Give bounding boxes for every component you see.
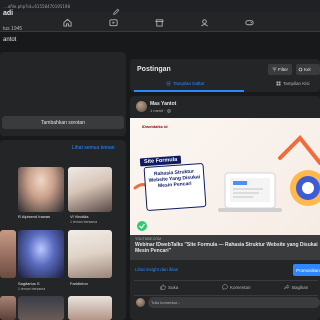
active-tab-indicator <box>134 90 244 92</box>
comment-input-wrapper[interactable] <box>148 297 320 308</box>
gaming-icon[interactable] <box>244 17 255 28</box>
marketplace-icon[interactable] <box>154 17 165 28</box>
intro-detail: tus 1945 <box>3 26 23 32</box>
friend-photo[interactable] <box>18 167 64 212</box>
thumbs-up-icon <box>160 284 166 290</box>
post-author[interactable]: Mas Yantot <box>150 101 176 107</box>
share-label: Bagikan <box>292 284 309 290</box>
friend-name[interactable]: Farldinton <box>70 281 88 286</box>
divider <box>134 280 318 281</box>
link-title[interactable]: Webinar IDwebTalks "Site Formula — Rahas… <box>135 242 318 255</box>
friend-photo[interactable] <box>0 230 16 278</box>
intro-title: adi <box>3 10 14 17</box>
image-headline: Rahasia Struktur Website Yang Disukai Me… <box>148 168 201 190</box>
like-button[interactable]: Suka <box>160 284 178 290</box>
link-domain: YOUTUBE.COM <box>135 237 162 241</box>
commenter-avatar <box>136 298 145 307</box>
video-icon[interactable] <box>108 17 119 28</box>
filter-button[interactable]: Filter <box>268 64 292 75</box>
brand-logos: iDwebtalks id <box>142 124 168 129</box>
url-text: ...ofile.php?id=61558470195198 <box>4 3 70 9</box>
image-headline-box: Rahasia Struktur Website Yang Disukai Me… <box>143 162 207 212</box>
filter-icon <box>272 67 277 72</box>
post-timestamp[interactable]: 1 menit · <box>150 108 171 113</box>
friend-mutual: 1 teman bersama <box>18 287 46 291</box>
friend-photo[interactable] <box>0 296 16 320</box>
friend-photo[interactable] <box>68 296 112 320</box>
grid-icon <box>276 81 281 86</box>
like-label: Suka <box>168 284 179 290</box>
profile-name-bar: antot <box>0 33 320 49</box>
posts-title: Postingan <box>137 66 171 73</box>
comment-input[interactable] <box>151 300 320 305</box>
home-icon[interactable] <box>62 17 73 28</box>
friend-photo[interactable] <box>18 230 64 278</box>
promote-button[interactable]: Promosikan <box>293 264 320 276</box>
friend-photo[interactable] <box>68 230 112 278</box>
filter-label: Filter <box>278 67 288 72</box>
friend-name[interactable]: Vi Vinoklia <box>70 214 89 219</box>
top-navigation <box>0 12 320 32</box>
friend-name[interactable]: R Alpisend Irawan <box>18 214 50 219</box>
manage-posts-button[interactable]: Kel <box>296 64 320 75</box>
edit-pencil-icon[interactable] <box>112 8 120 16</box>
list-icon <box>166 81 171 86</box>
tab-grid-view[interactable]: Tampilan Kisi <box>276 81 310 86</box>
globe-icon <box>166 109 171 113</box>
friend-photo[interactable] <box>18 296 64 320</box>
see-all-friends-link[interactable]: Lihat semua teman <box>72 145 115 151</box>
browser-url-bar[interactable]: ...ofile.php?id=61558470195198 <box>0 0 320 12</box>
manage-label: Kel <box>304 67 311 72</box>
share-icon <box>284 284 290 290</box>
author-avatar[interactable] <box>136 101 147 112</box>
add-highlight-button[interactable]: Tambahkan sorotan <box>2 116 124 129</box>
profile-name: antot <box>3 37 17 43</box>
insights-link[interactable]: Lihat insight dan iklan <box>135 267 178 272</box>
share-button[interactable]: Bagikan <box>284 284 308 290</box>
divider <box>134 295 318 296</box>
comment-button[interactable]: Komentari <box>222 284 251 290</box>
tab-list-label: Tampilan Daftar <box>173 81 205 86</box>
tab-list-view[interactable]: Tampilan Daftar <box>166 81 205 86</box>
settings-icon <box>298 67 303 72</box>
friend-photo[interactable] <box>68 167 112 212</box>
friend-name[interactable]: Sagitarius S <box>18 281 40 286</box>
groups-icon[interactable] <box>199 17 210 28</box>
friend-mutual: 1 teman bersama <box>70 220 98 224</box>
comment-icon <box>222 284 228 290</box>
comment-label: Komentari <box>230 284 251 290</box>
tab-grid-label: Tampilan Kisi <box>283 81 310 86</box>
